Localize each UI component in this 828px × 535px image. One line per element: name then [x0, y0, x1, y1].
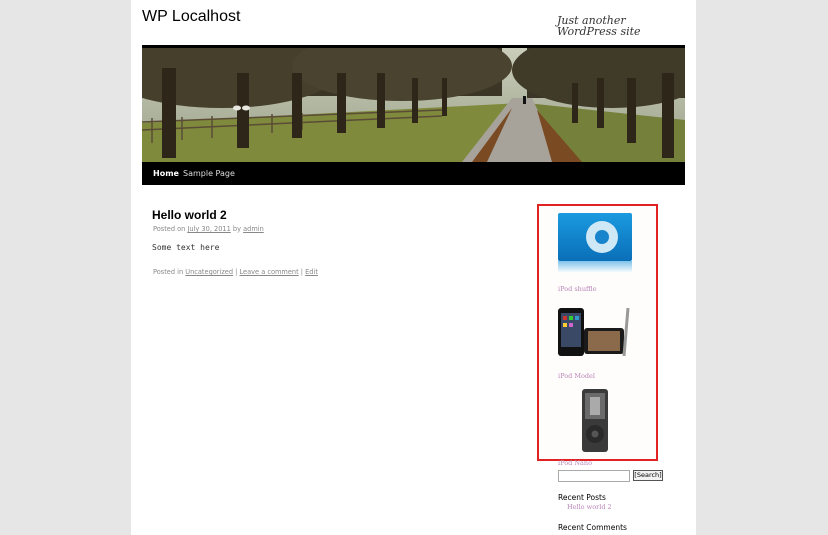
ipod-model-link[interactable]: iPod Model — [558, 372, 595, 380]
by-label: by — [232, 225, 241, 233]
search-button[interactable]: [Search] — [633, 470, 663, 481]
posted-on-label: Posted on — [153, 225, 186, 233]
recent-comments-title: Recent Comments — [558, 523, 627, 532]
site-tagline: Just another WordPress site — [557, 14, 641, 38]
post-content: Some text here — [152, 243, 220, 252]
posted-in-label: Posted in — [153, 268, 184, 276]
site-title[interactable]: WP Localhost — [142, 8, 240, 26]
category-link[interactable]: Uncategorized — [185, 268, 233, 276]
ipod-shuffle-image[interactable] — [558, 213, 634, 279]
nav-home-link[interactable]: Home — [153, 169, 179, 178]
main-navigation: Home Sample Page — [142, 162, 685, 185]
meta-separator: | — [235, 268, 238, 276]
post-title[interactable]: Hello world 2 — [152, 208, 227, 222]
edit-link[interactable]: Edit — [305, 268, 318, 276]
leave-comment-link[interactable]: Leave a comment — [240, 268, 299, 276]
post-date-link[interactable]: July 30, 2011 — [187, 225, 230, 233]
ipod-touch-image[interactable] — [558, 306, 634, 362]
post-footer-meta: Posted in Uncategorized | Leave a commen… — [153, 268, 318, 276]
post-author-link[interactable]: admin — [243, 225, 264, 233]
ipod-nano-image[interactable] — [582, 389, 610, 457]
recent-post-link[interactable]: Hello world 2 — [567, 503, 612, 511]
post-meta: Posted on July 30, 2011 by admin — [153, 225, 264, 233]
ipod-nano-link[interactable]: iPod Nano — [558, 459, 592, 467]
search-input[interactable] — [558, 470, 630, 482]
meta-separator: | — [300, 268, 304, 276]
ipod-shuffle-link[interactable]: iPod shuffle — [558, 285, 597, 293]
recent-posts-title: Recent Posts — [558, 493, 606, 502]
nav-sample-page-link[interactable]: Sample Page — [183, 169, 235, 178]
header-banner-image — [142, 48, 685, 162]
